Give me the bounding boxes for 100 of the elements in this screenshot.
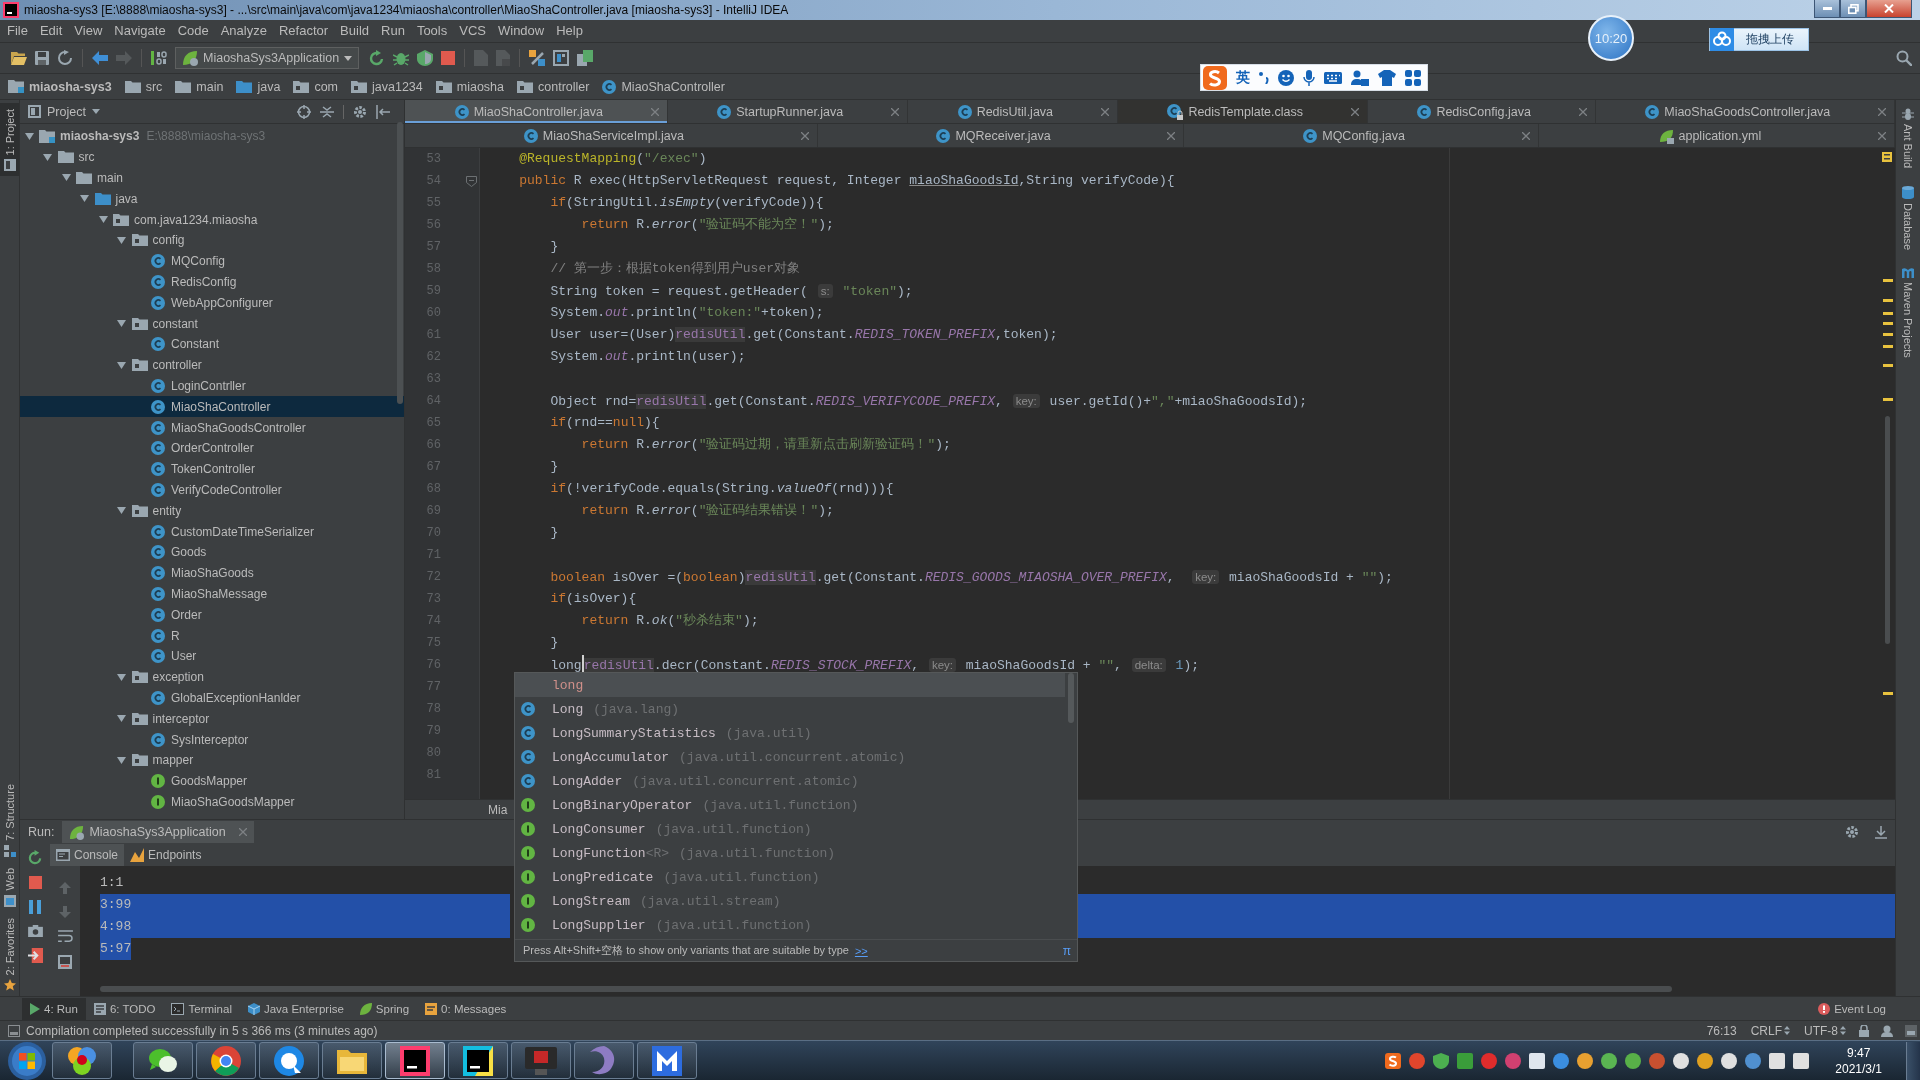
shirt-icon[interactable] — [1378, 69, 1396, 86]
grid-icon[interactable] — [1405, 69, 1421, 86]
hide-panel-icon[interactable] — [1875, 825, 1887, 839]
close-icon[interactable] — [1350, 107, 1359, 116]
scrollbar-thumb[interactable] — [397, 122, 403, 404]
menu-item[interactable]: Navigate — [108, 20, 172, 42]
tree-item[interactable]: mapper — [20, 749, 404, 771]
rerun-icon[interactable] — [369, 50, 385, 66]
clock-date[interactable]: 2021/3/1 — [1835, 1060, 1882, 1077]
expand-arrow-icon[interactable] — [80, 194, 89, 204]
panel-toggle-icon[interactable] — [8, 1024, 20, 1037]
breadcrumb-item[interactable]: miaosha — [435, 79, 504, 94]
tree-item[interactable]: config — [20, 230, 404, 251]
menu-item[interactable]: Tools — [410, 20, 454, 42]
editor-tab[interactable]: StartupRunner.java — [667, 100, 908, 123]
tree-item[interactable]: Order — [20, 604, 404, 626]
close-icon[interactable] — [1521, 131, 1530, 140]
expand-arrow-icon[interactable] — [117, 506, 126, 516]
breadcrumb-item[interactable]: java — [236, 79, 281, 94]
close-icon[interactable] — [1167, 131, 1176, 140]
taskbar-button[interactable] — [259, 1042, 319, 1079]
editor-tab[interactable]: application.yml — [1538, 124, 1895, 147]
taskbar-button[interactable] — [448, 1042, 508, 1079]
close-icon[interactable] — [1100, 107, 1109, 116]
microphone-icon[interactable] — [1303, 69, 1315, 86]
editor-tab[interactable]: MQConfig.java — [1184, 124, 1539, 147]
taskbar-button[interactable] — [637, 1042, 697, 1079]
maximize-button[interactable] — [1840, 0, 1866, 18]
expand-arrow-icon[interactable] — [117, 672, 126, 682]
menu-item[interactable]: Help — [550, 20, 589, 42]
breadcrumb-item[interactable]: com — [293, 79, 338, 94]
open-folder-icon[interactable] — [11, 51, 27, 65]
menu-item[interactable]: Run — [375, 20, 411, 42]
tree-item[interactable]: MiaoShaController — [20, 396, 404, 418]
line-separator-selector[interactable]: CRLF — [1750, 1023, 1790, 1038]
square-tray-icon[interactable] — [1769, 1052, 1786, 1069]
taskbar-button[interactable] — [196, 1042, 256, 1079]
expand-arrow-icon[interactable] — [117, 360, 126, 370]
tool-window-button[interactable]: 0: Messages — [417, 997, 515, 1020]
panel-icon[interactable] — [1905, 1024, 1917, 1037]
tool-window-button[interactable]: Database — [1896, 184, 1920, 253]
round-tray-icon[interactable] — [1721, 1052, 1738, 1069]
bug-icon[interactable] — [393, 50, 409, 66]
tool-window-button[interactable]: Spring — [351, 997, 418, 1020]
panel-tab[interactable]: Endpoints — [124, 844, 208, 866]
search-icon[interactable] — [1896, 50, 1912, 66]
tree-item[interactable]: MQConfig — [20, 250, 404, 272]
tool-window-button[interactable]: 7: Structure — [0, 778, 19, 863]
tool-window-button[interactable]: Maven Projects — [1896, 266, 1920, 360]
tool-window-button[interactable]: Terminal — [163, 997, 240, 1020]
more-link[interactable]: >> — [854, 944, 868, 957]
collapse-all-icon[interactable] — [320, 104, 334, 119]
show-desktop-button[interactable] — [1906, 1041, 1920, 1080]
expand-arrow-icon[interactable] — [24, 131, 34, 141]
editor-tab[interactable]: MiaoShaGoodsController.java — [1595, 100, 1895, 123]
camera-icon[interactable] — [27, 925, 43, 937]
tool-window-button[interactable]: Ant Build — [1896, 106, 1920, 171]
tree-item[interactable]: entity — [20, 500, 404, 522]
back-arrow-icon[interactable] — [92, 51, 108, 65]
person-icon[interactable] — [1881, 1024, 1893, 1037]
close-button[interactable] — [1866, 0, 1912, 18]
soft-wrap-icon[interactable] — [57, 930, 73, 943]
breadcrumb-item[interactable]: src — [124, 79, 163, 94]
tree-item[interactable]: constant — [20, 313, 404, 334]
tree-item[interactable]: java — [20, 188, 404, 210]
square-tray-icon[interactable] — [1793, 1052, 1810, 1069]
tree-item[interactable]: controller — [20, 354, 404, 376]
menu-item[interactable]: VCS — [453, 20, 492, 42]
layout-icon[interactable] — [553, 50, 569, 66]
input-method-icon[interactable] — [1385, 1052, 1402, 1069]
ime-mode-label[interactable]: 英 — [1236, 68, 1250, 87]
close-icon[interactable] — [1878, 131, 1886, 140]
tree-item[interactable]: exception — [20, 666, 404, 688]
expand-arrow-icon[interactable] — [98, 215, 108, 225]
expand-arrow-icon[interactable] — [43, 152, 52, 162]
breadcrumb-item[interactable]: miaosha-sys3 — [8, 79, 112, 94]
breadcrumb-item[interactable]: controller — [517, 79, 590, 94]
upload-button[interactable]: 拖拽上传 — [1709, 28, 1809, 51]
round-tray-icon[interactable] — [1601, 1052, 1618, 1069]
panel-tab[interactable]: Console — [50, 844, 125, 866]
menu-item[interactable]: Edit — [33, 20, 69, 42]
close-icon[interactable] — [890, 107, 899, 116]
user-card-icon[interactable] — [1351, 69, 1369, 86]
lock-icon[interactable] — [1859, 1024, 1869, 1037]
tree-item[interactable]: MiaoShaGoods — [20, 562, 404, 584]
expand-arrow-icon[interactable] — [61, 173, 71, 183]
save-icon[interactable] — [35, 51, 49, 65]
hide-panel-icon[interactable] — [376, 104, 390, 119]
breadcrumb-item[interactable]: MiaoShaController — [602, 79, 725, 94]
close-icon[interactable] — [800, 131, 809, 140]
clock-time[interactable]: 9:47 — [1846, 1044, 1871, 1061]
tool-window-button[interactable]: 6: TODO — [85, 997, 164, 1020]
tree-item[interactable]: interceptor — [20, 708, 404, 730]
run-tab[interactable]: MiaoshaSys3Application — [62, 821, 254, 843]
tree-item[interactable]: CustomDateTimeSerializer — [20, 521, 404, 542]
settings-icon[interactable] — [353, 104, 367, 119]
tree-item[interactable]: MiaoShaGoodsMapper — [20, 791, 404, 813]
tree-item[interactable]: SysInterceptor — [20, 729, 404, 750]
menu-item[interactable]: Analyze — [214, 20, 273, 42]
round-tray-icon[interactable] — [1673, 1052, 1690, 1069]
